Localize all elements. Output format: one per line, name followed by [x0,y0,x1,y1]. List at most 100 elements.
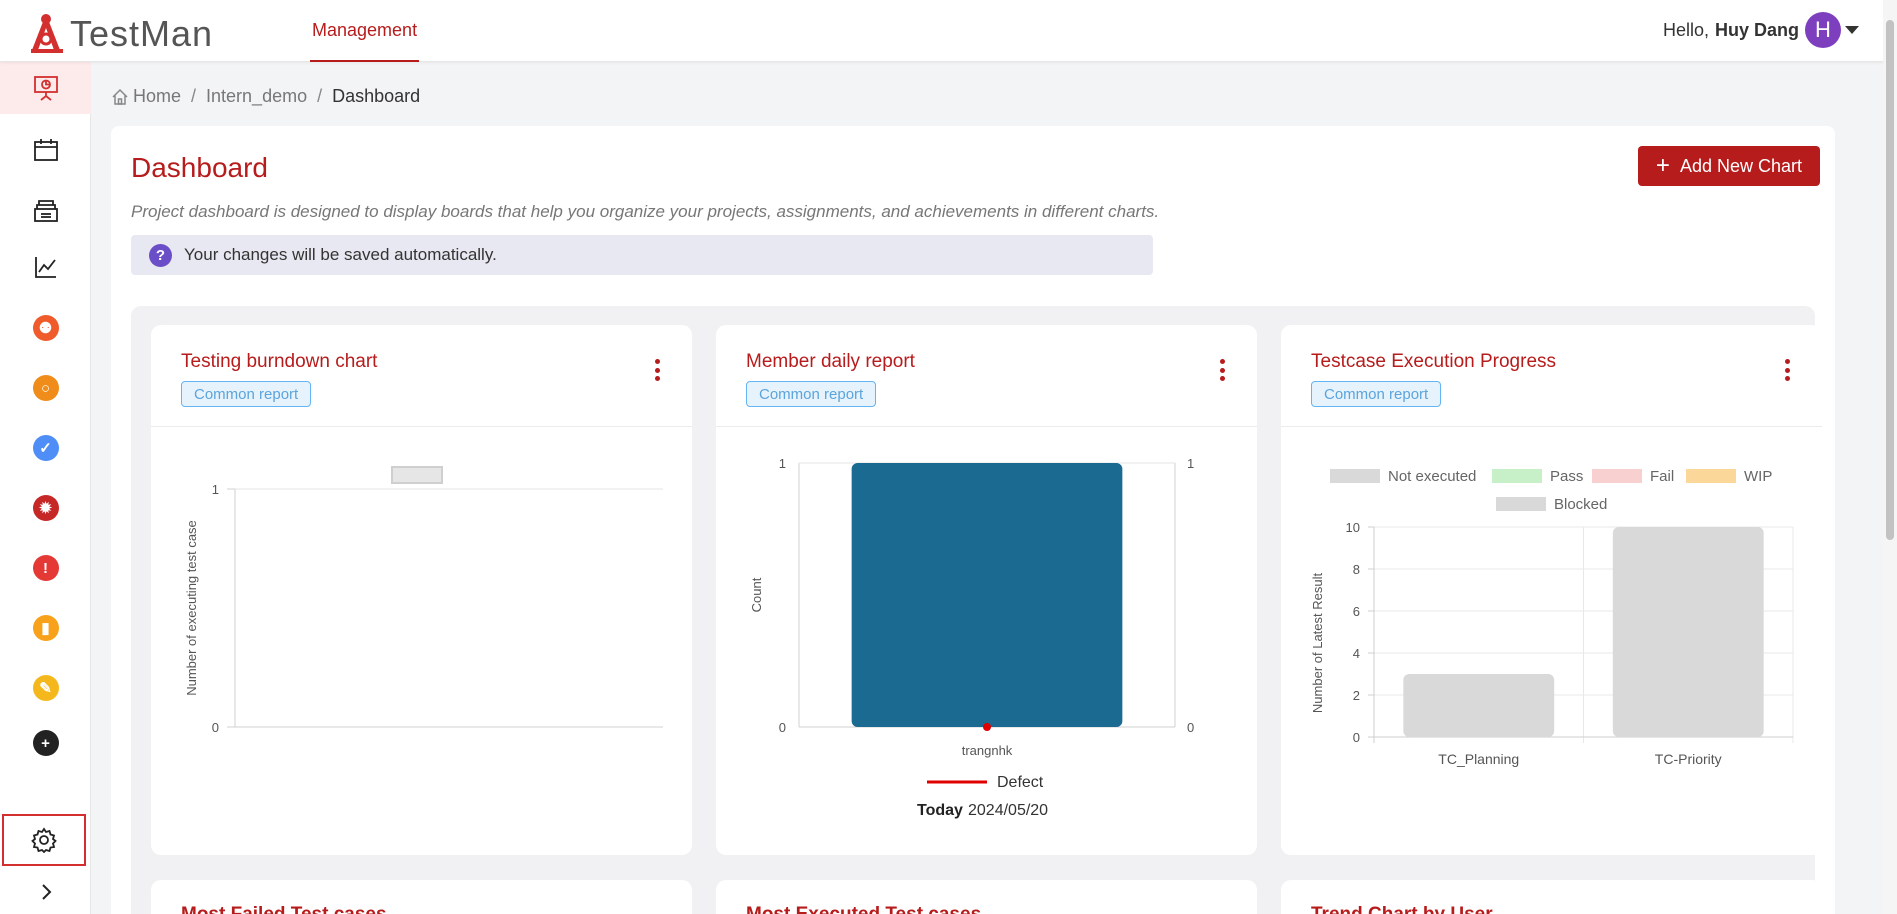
scrollbar-thumb[interactable] [1886,20,1894,540]
x-tick-label: TC_Planning [1438,751,1519,767]
question-icon: ? [149,243,172,267]
sidebar-item-review[interactable]: ✎ [0,662,91,714]
lightbulb-icon: ○ [32,375,59,401]
sidebar: ⚉ ○ ✓ ✹ ! ▮ ✎ + [0,62,91,914]
tab-management[interactable]: Management [310,0,420,62]
top-bar: TestMan Management Hello, Huy Dang H [0,0,1897,62]
sidebar-item-add[interactable]: + [0,717,91,769]
breadcrumb-project[interactable]: Intern_demo [206,86,307,107]
y-tick-label: 6 [1353,604,1360,619]
more-menu-icon[interactable] [1219,359,1225,381]
sidebar-item-tasks[interactable]: ▮ [0,602,91,654]
alert-icon: ! [32,555,59,581]
sidebar-item-dashboard[interactable] [0,62,91,114]
logo-icon [31,14,63,53]
add-circle-icon: + [32,730,59,756]
dashboard-board: Testing burndown chart Common report 1 0… [131,306,1822,914]
greeting-text: Hello, [1662,19,1709,40]
test-suite-stack-icon [33,200,58,222]
member-daily-chart: 1 0 1 0 Count trangnhk Defect Today 2024… [749,456,1194,819]
page-scrollbar[interactable] [1883,0,1897,914]
bar-not-executed-TC_Planning[interactable] [1403,674,1555,737]
check-circle-icon: ✓ [32,435,59,461]
logo-text: TestMan [70,13,214,54]
breadcrumb: Home / Intern_demo / Dashboard [111,86,420,107]
defect-point-trangnhk[interactable] [983,723,991,731]
breadcrumb-separator: / [317,86,323,106]
sidebar-item-test-runs[interactable]: ✓ [0,422,91,474]
legend-swatch-wip [1686,469,1736,483]
y-axis-label: Number of executing test case [184,520,199,696]
avatar[interactable]: H [1805,12,1841,48]
card-title: Most Executed Test cases [746,904,981,914]
y-tick-label: 0 [212,720,219,735]
sidebar-item-expand[interactable] [0,866,91,914]
main-content: Dashboard + Add New Chart Project dashbo… [111,126,1835,914]
card-badge: Common report [746,381,877,407]
breadcrumb-current: Dashboard [332,86,421,106]
flow-icon: ⚉ [32,315,59,341]
info-banner: ? Your changes will be saved automatical… [131,235,1153,275]
caret-down-icon[interactable] [1845,26,1859,34]
card-title: Testcase Execution Progress [1311,351,1557,372]
home-icon[interactable] [111,88,129,106]
sidebar-item-calendar[interactable] [0,124,91,176]
card-title: Testing burndown chart [181,351,378,372]
add-new-chart-label: Add New Chart [1679,155,1802,176]
chart-card-burndown[interactable]: Testing burndown chart Common report 1 0… [151,325,692,855]
sidebar-item-issues[interactable]: ! [0,542,91,594]
y-tick-label: 10 [1346,520,1360,535]
sidebar-item-test-suites[interactable] [0,184,91,236]
card-badge: Common report [1311,381,1442,407]
chart-card-trend-by-user[interactable]: Trend Chart by User [1281,880,1822,914]
x-tick-label: trangnhk [962,743,1013,758]
legend-swatch-not-executed [1330,469,1380,483]
task-icon: ▮ [32,615,59,641]
sidebar-item-flow[interactable]: ⚉ [0,302,91,354]
legend-label: Blocked [1554,496,1607,513]
burndown-chart: 1 0 Number of executing test case [184,466,663,735]
chart-card-most-failed[interactable]: Most Failed Test cases [151,880,692,914]
pencil-icon: ✎ [32,675,59,701]
user-name: Huy Dang [1714,19,1799,40]
y-tick-label: 0 [1353,730,1360,745]
add-new-chart-button[interactable]: + Add New Chart [1637,146,1820,186]
y-tick-label: 2 [1353,688,1360,703]
bar-count-trangnhk[interactable] [851,463,1123,727]
footer-today-label: Today [917,802,963,819]
y-tick-label: 1 [212,482,219,497]
legend-swatch [391,466,443,484]
chart-card-execution-progress[interactable]: Testcase Execution Progress Common repor… [1281,325,1822,855]
bar-not-executed-TC-Priority[interactable] [1612,527,1764,737]
app-logo[interactable]: TestMan [28,6,213,56]
legend-label: WIP [1744,468,1772,485]
y-tick-label-right: 1 [1187,456,1194,471]
y-tick-label-left: 1 [779,456,786,471]
more-menu-icon[interactable] [654,359,660,381]
y-axis-label: Number of Latest Result [1310,573,1325,714]
sidebar-item-settings[interactable] [2,814,86,866]
y-tick-label-left: 0 [779,720,786,735]
chart-card-member-daily[interactable]: Member daily report Common report 1 0 1 … [716,325,1257,855]
legend-swatch-blocked [1496,497,1546,511]
card-badge: Common report [181,381,312,407]
execution-progress-chart: Not executed Pass Fail WIP Blocked Numbe… [1310,468,1794,767]
sidebar-item-ideas[interactable]: ○ [0,362,91,414]
user-menu[interactable]: Hello, Huy Dang H [1663,12,1859,48]
y-tick-label: 8 [1353,562,1360,577]
legend-label: Pass [1550,468,1583,485]
y-tick-label: 4 [1353,646,1360,661]
page-description: Project dashboard is designed to display… [131,202,1160,221]
breadcrumb-separator: / [191,86,197,106]
more-menu-icon[interactable] [1784,359,1790,381]
legend-swatch-pass [1492,469,1542,483]
sidebar-item-reports[interactable] [0,241,91,293]
legend: Not executed Pass Fail WIP Blocked [1330,468,1772,513]
legend-swatch-fail [1592,469,1642,483]
breadcrumb-home[interactable]: Home [133,86,181,107]
dashboard-presentation-icon [33,76,58,101]
card-title: Trend Chart by User [1311,904,1493,914]
chart-card-most-executed[interactable]: Most Executed Test cases [716,880,1257,914]
sidebar-item-defects[interactable]: ✹ [0,482,91,534]
page-title: Dashboard [131,152,268,183]
